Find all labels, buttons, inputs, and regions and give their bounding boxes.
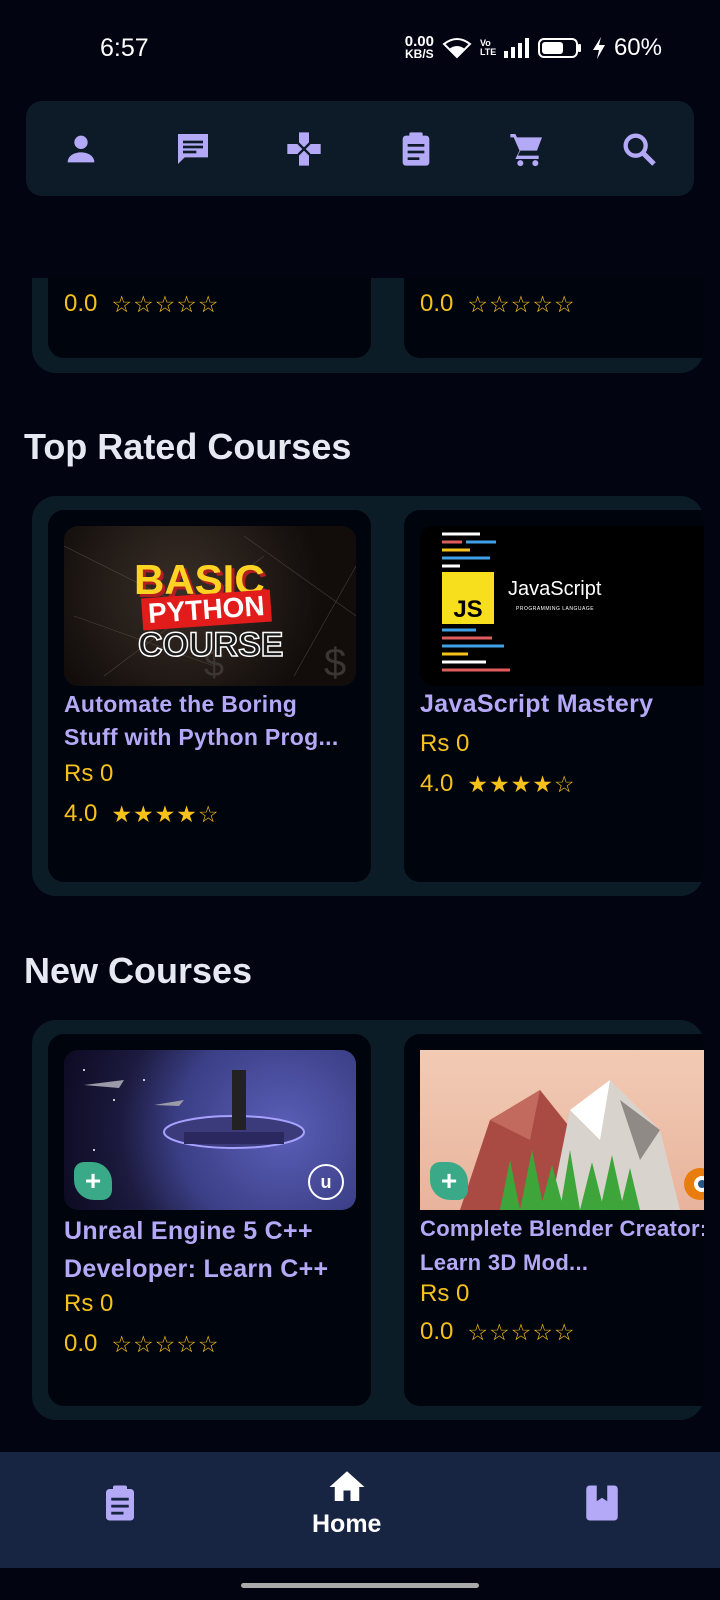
course-thumbnail: $ $ BASIC PYTHON COURSE: [64, 526, 356, 686]
search-icon[interactable]: [612, 122, 666, 176]
star-rating-icon: ☆☆☆☆☆: [467, 1318, 576, 1345]
rating: 0.0 ☆☆☆☆☆: [64, 1330, 220, 1357]
course-thumbnail: +: [420, 1050, 704, 1210]
signal-icon: [503, 38, 529, 58]
cart-icon[interactable]: [500, 122, 554, 176]
status-bar: 6:57 0.00 KB/S Vo LTE 60%: [0, 0, 720, 96]
clipboard-icon[interactable]: [389, 122, 443, 176]
course-card[interactable]: JS JavaScript PROGRAMMING LANGUAGE JavaS…: [404, 510, 704, 882]
course-thumbnail: + u: [64, 1050, 356, 1210]
thumb-js-sub: PROGRAMMING LANGUAGE: [516, 606, 595, 612]
top-nav-bar: [26, 101, 694, 196]
course-card[interactable]: $ $ BASIC PYTHON COURSE Automate the Bor…: [48, 510, 371, 882]
rating: 4.0 ★★★★☆: [420, 770, 576, 797]
clipboard-icon: [106, 1485, 134, 1521]
status-time: 6:57: [100, 34, 149, 62]
volte-label: Vo LTE: [479, 38, 497, 57]
chat-icon[interactable]: [166, 122, 220, 176]
add-course-icon[interactable]: +: [430, 1162, 468, 1200]
top-rated-row[interactable]: $ $ BASIC PYTHON COURSE Automate the Bor…: [32, 496, 704, 896]
section-title-top-rated: Top Rated Courses: [24, 426, 352, 467]
course-title[interactable]: JavaScript Mastery: [420, 688, 704, 721]
star-rating-icon: ★★★★☆: [111, 800, 220, 827]
star-rating-icon: ★★★★☆: [467, 770, 576, 797]
battery-icon: [537, 38, 581, 58]
course-title[interactable]: Complete Blender Creator: Learn 3D Mod..…: [420, 1212, 704, 1280]
js-logo-badge: JS: [442, 572, 494, 624]
profile-icon[interactable]: [54, 122, 108, 176]
new-courses-row[interactable]: + u Unreal Engine 5 C++ Developer: Learn…: [32, 1020, 704, 1420]
gamepad-icon[interactable]: [277, 122, 331, 176]
star-rating-icon: ☆☆☆☆☆: [111, 290, 220, 317]
course-thumbnail: JS JavaScript PROGRAMMING LANGUAGE: [420, 526, 704, 686]
course-price: Rs 0: [420, 730, 470, 757]
star-rating-icon: ☆☆☆☆☆: [111, 1330, 220, 1357]
course-title[interactable]: Automate the Boring Stuff with Python Pr…: [64, 688, 356, 754]
rating: 4.0 ★★★★☆: [64, 800, 220, 827]
rating: 0.0 ☆☆☆☆☆: [420, 290, 576, 317]
course-title[interactable]: Unreal Engine 5 C++ Developer: Learn C++: [64, 1212, 356, 1288]
svg-text:$: $: [324, 641, 346, 685]
section-title-new-courses: New Courses: [24, 950, 253, 991]
course-card[interactable]: + Complete Blender Creator: Learn 3D Mod…: [404, 1034, 704, 1406]
course-card[interactable]: + u Unreal Engine 5 C++ Developer: Learn…: [48, 1034, 371, 1406]
course-price: Rs 0: [64, 1290, 114, 1317]
home-label: Home: [312, 1510, 382, 1538]
bookmark-icon: [586, 1485, 618, 1521]
rating: 0.0 ☆☆☆☆☆: [420, 1318, 576, 1345]
wifi-icon: [442, 38, 472, 59]
charging-icon: [592, 37, 605, 59]
bottom-nav-bookmark[interactable]: [581, 1482, 623, 1524]
course-price: Rs 0: [420, 1280, 470, 1307]
bottom-nav-home[interactable]: Home: [312, 1466, 381, 1539]
gesture-home-indicator[interactable]: [241, 1583, 479, 1588]
thumb-js-name: JavaScript: [508, 578, 602, 600]
thumb-text-course: COURSE: [137, 625, 284, 665]
previous-course-row[interactable]: 0.0 ☆☆☆☆☆ 0.0 ☆☆☆☆☆: [32, 278, 704, 373]
course-price: Rs 0: [64, 760, 114, 787]
star-rating-icon: ☆☆☆☆☆: [467, 290, 576, 317]
course-card[interactable]: 0.0 ☆☆☆☆☆: [48, 278, 371, 358]
network-speed: 0.00 KB/S: [404, 33, 434, 61]
battery-percent: 60%: [613, 34, 662, 61]
rating: 0.0 ☆☆☆☆☆: [64, 290, 220, 317]
home-icon: [329, 1471, 365, 1501]
add-course-icon[interactable]: +: [74, 1162, 112, 1200]
bottom-nav-bar: Home: [0, 1452, 720, 1568]
unreal-engine-logo-icon: u: [308, 1164, 344, 1200]
status-icons: 0.00 KB/S Vo LTE 60%: [405, 34, 662, 62]
bottom-nav-tasks[interactable]: [99, 1482, 141, 1524]
course-card[interactable]: 0.0 ☆☆☆☆☆: [404, 278, 704, 358]
